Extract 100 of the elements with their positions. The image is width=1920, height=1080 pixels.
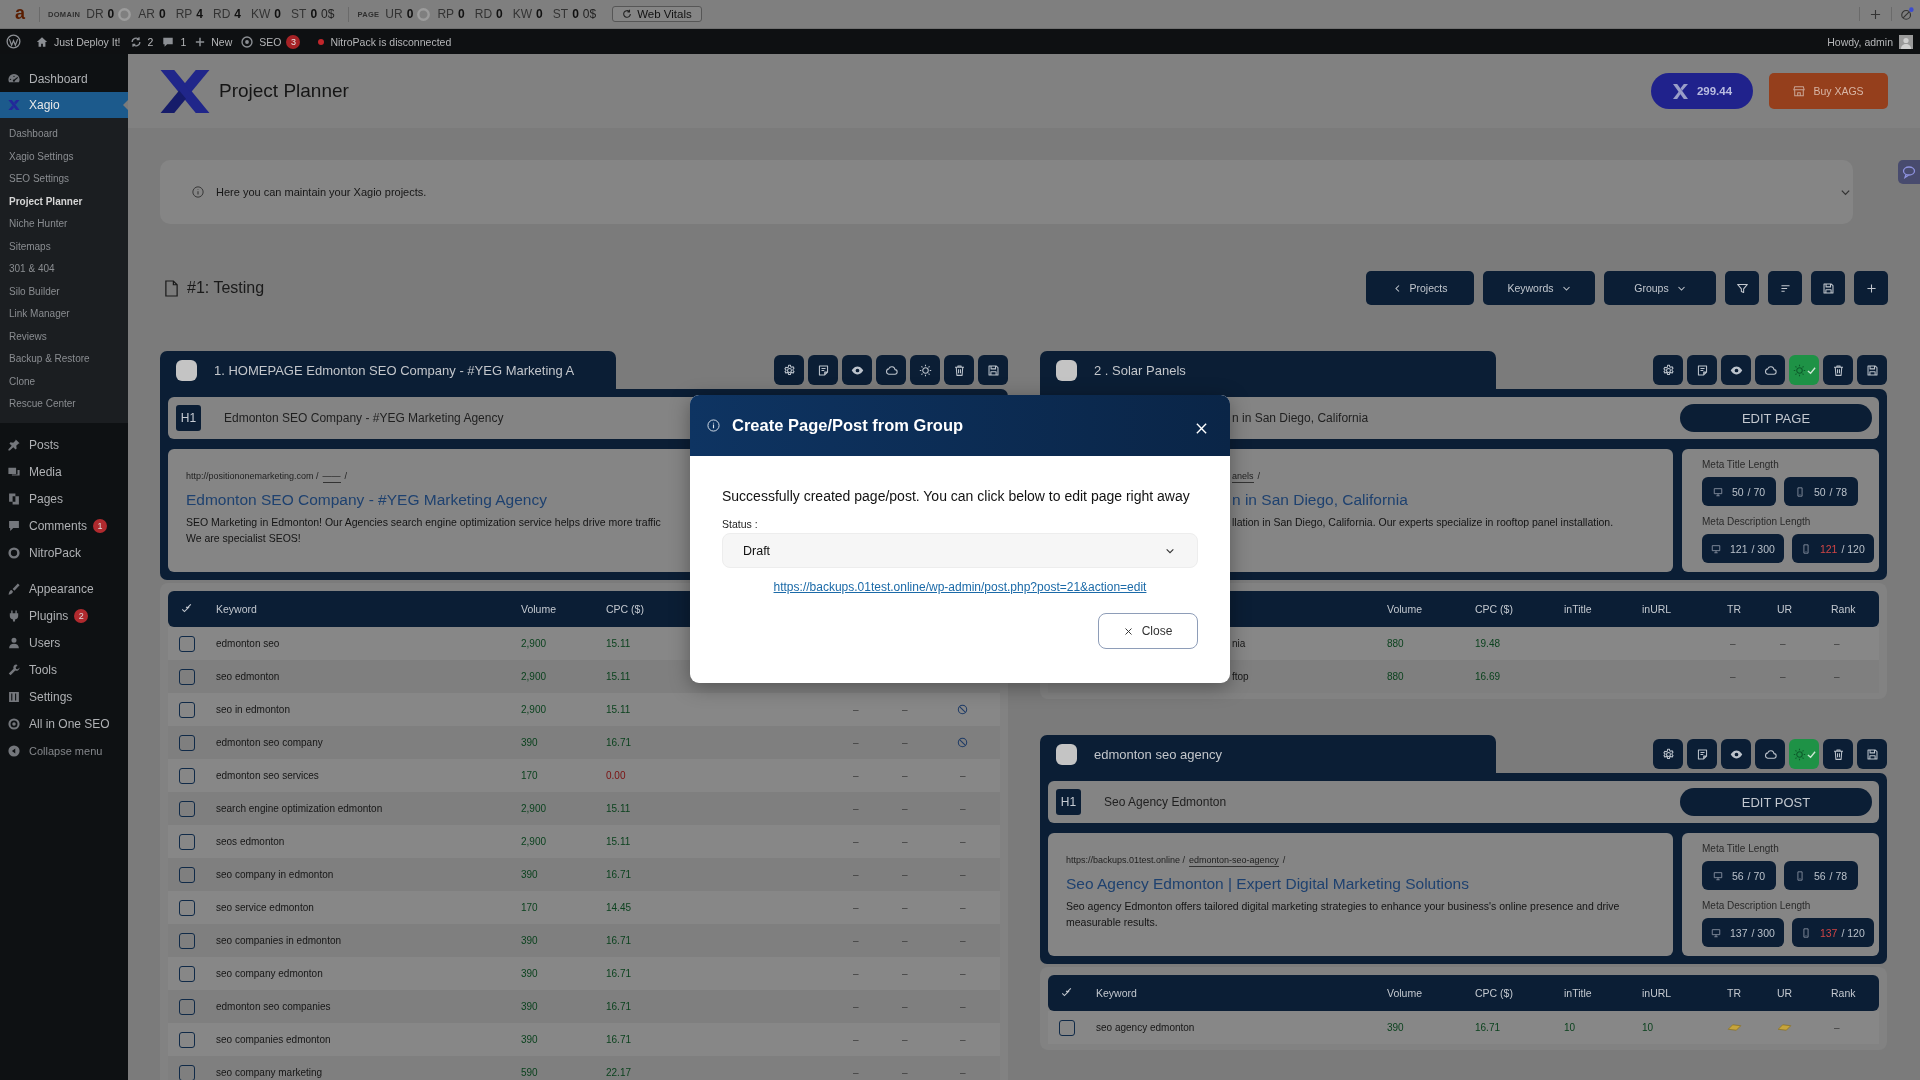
double-check-icon[interactable] (1061, 987, 1073, 999)
row-checkbox[interactable] (179, 866, 195, 883)
toolbar-button[interactable] (1811, 271, 1845, 305)
volume-cell: 880 (1387, 671, 1404, 682)
submenu-item[interactable]: Project Planner (0, 190, 128, 213)
dropdown-button[interactable]: Keywords (1483, 271, 1595, 305)
notice-link[interactable]: NitroPack is disconnected (318, 35, 452, 48)
close-button[interactable]: Close (1098, 613, 1198, 649)
edit-button[interactable]: EDIT POST (1680, 788, 1872, 816)
submenu-item[interactable]: SEO Settings (0, 168, 128, 191)
sidebar-item[interactable]: Xagio (0, 92, 128, 118)
action-button[interactable] (1721, 739, 1751, 769)
sidebar-item[interactable]: Plugins 2 (0, 602, 128, 630)
toolbar-button[interactable] (1854, 271, 1888, 305)
seo-link[interactable]: SEO 3 (241, 34, 301, 49)
submenu-item[interactable]: Sitemaps (0, 235, 128, 258)
submenu-item[interactable]: Link Manager (0, 303, 128, 326)
group-checkbox[interactable] (1056, 743, 1077, 765)
volume-cell: 2,900 (521, 836, 547, 847)
action-button[interactable] (876, 355, 906, 385)
buy-button[interactable]: Buy XAGS (1769, 73, 1888, 109)
action-button[interactable] (1823, 739, 1853, 769)
close-icon[interactable] (1195, 422, 1208, 435)
action-button[interactable] (1857, 739, 1887, 769)
ban-icon[interactable] (1900, 7, 1914, 21)
action-button[interactable] (1653, 739, 1683, 769)
row-checkbox[interactable] (179, 668, 195, 685)
action-button[interactable] (842, 355, 872, 385)
sidebar-item[interactable]: Pages (0, 485, 128, 513)
action-button[interactable] (978, 355, 1008, 385)
row-checkbox[interactable] (179, 932, 195, 949)
sidebar-item[interactable]: Settings (0, 683, 128, 711)
sidebar-item[interactable]: NitroPack (0, 539, 128, 567)
submenu-item[interactable]: Xagio Settings (0, 145, 128, 168)
submenu-item[interactable]: Dashboard (0, 123, 128, 146)
submenu-item[interactable]: Reviews (0, 325, 128, 348)
plus-icon[interactable] (1870, 8, 1881, 20)
submenu-item[interactable]: Backup & Restore (0, 348, 128, 371)
sidebar-item[interactable]: Comments 1 (0, 512, 128, 540)
account-link[interactable]: Howdy, admin (1827, 34, 1913, 49)
site-link[interactable]: Just Deploy It! (36, 35, 121, 48)
sidebar-item[interactable]: All in One SEO (0, 710, 128, 738)
comments-link[interactable]: 1 (162, 35, 187, 48)
edit-button[interactable]: EDIT PAGE (1680, 404, 1872, 432)
row-checkbox[interactable] (179, 800, 195, 817)
dropdown-button[interactable]: Groups (1604, 271, 1716, 305)
action-button[interactable] (1857, 355, 1887, 385)
projects-button[interactable]: Projects (1366, 271, 1474, 305)
action-button[interactable] (1755, 739, 1785, 769)
sidebar-item[interactable]: Posts (0, 431, 128, 459)
action-button[interactable] (1653, 355, 1683, 385)
toolbar-button[interactable] (1725, 271, 1759, 305)
keyword-cell: edmonton seo services (216, 770, 319, 781)
action-button[interactable] (774, 355, 804, 385)
row-checkbox[interactable] (179, 998, 195, 1015)
sidebar-item[interactable]: Media (0, 458, 128, 486)
action-button[interactable] (1823, 355, 1853, 385)
submenu-item[interactable]: Clone (0, 370, 128, 393)
submenu-item[interactable]: 301 & 404 (0, 258, 128, 281)
row-checkbox[interactable] (179, 1031, 195, 1048)
row-checkbox[interactable] (1059, 1019, 1075, 1036)
web-vitals-button[interactable]: Web Vitals (612, 6, 702, 22)
row-checkbox[interactable] (179, 833, 195, 850)
edit-link[interactable]: https://backups.01test.online/wp-admin/post.php?post=21&action=edit (773, 579, 1147, 595)
sidebar-item[interactable]: Users (0, 629, 128, 657)
ur-cell-text: – (901, 902, 908, 913)
action-button[interactable] (1687, 355, 1717, 385)
submenu-item[interactable]: Niche Hunter (0, 213, 128, 236)
sidebar-item[interactable]: Dashboard (0, 65, 128, 92)
action-button[interactable] (944, 355, 974, 385)
toolbar-button[interactable] (1768, 271, 1802, 305)
sidebar-item[interactable]: Tools (0, 656, 128, 684)
slug-link[interactable]: edmonton-seo-agency (1189, 855, 1279, 867)
sidebar-item[interactable]: Appearance (0, 575, 128, 603)
row-checkbox[interactable] (179, 965, 195, 982)
action-button[interactable] (808, 355, 838, 385)
row-checkbox[interactable] (179, 734, 195, 751)
chat-tab[interactable] (1898, 160, 1920, 184)
row-checkbox[interactable] (179, 701, 195, 718)
sidebar-item[interactable]: Collapse menu (0, 737, 128, 765)
row-checkbox[interactable] (179, 767, 195, 784)
slug-link[interactable]: —— (322, 471, 341, 483)
row-checkbox[interactable] (179, 899, 195, 916)
action-button[interactable] (910, 355, 940, 385)
group-checkbox[interactable] (176, 359, 197, 381)
new-link[interactable]: New (195, 35, 233, 48)
submenu-item[interactable]: Rescue Center (0, 393, 128, 416)
action-button[interactable] (1687, 739, 1717, 769)
updates-link[interactable]: 2 (129, 35, 154, 48)
submenu-item[interactable]: Silo Builder (0, 280, 128, 303)
double-check-icon[interactable] (181, 603, 193, 615)
row-checkbox[interactable] (179, 635, 195, 652)
group-checkbox[interactable] (1056, 359, 1077, 381)
row-checkbox[interactable] (179, 1064, 195, 1080)
balance-button[interactable]: 299.44 (1651, 73, 1753, 109)
slug-link[interactable]: anels (1232, 471, 1254, 483)
action-button[interactable] (1721, 355, 1751, 385)
action-button[interactable] (1755, 355, 1785, 385)
logo-icon[interactable] (6, 34, 21, 49)
status-select[interactable]: Draft (722, 533, 1198, 568)
